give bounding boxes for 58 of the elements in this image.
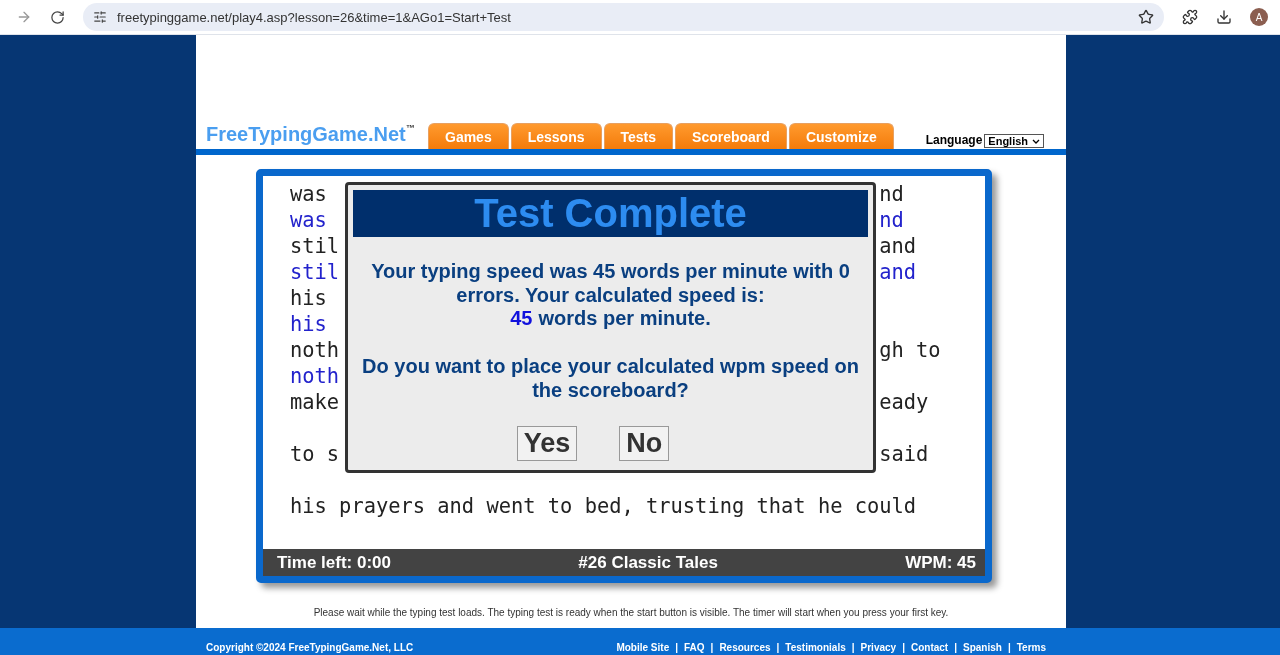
text-fragment: gh to — [879, 338, 941, 364]
calculated-speed: 45 — [510, 307, 533, 330]
link-separator: | — [675, 642, 678, 653]
download-icon[interactable] — [1216, 9, 1232, 25]
lesson-title: #26 Classic Tales — [578, 552, 718, 573]
profile-avatar[interactable]: A — [1250, 8, 1268, 26]
wpm-readout: WPM: 45 — [905, 552, 976, 573]
text-fragment: was — [290, 208, 327, 232]
copyright-text: Copyright ©2024 FreeTypingGame.Net, LLC — [206, 642, 415, 653]
text-fragment: his — [290, 312, 327, 336]
notice-text: Please wait while the typing test loads. The typing test is ready when the start button is visible. The timer will start when you press your first key. — [312, 607, 950, 618]
text-fragment: noth — [290, 364, 340, 388]
text-fragment: stil — [290, 260, 340, 284]
text-fragment: his prayers and went to bed, trusting that he could — [290, 494, 917, 518]
text-fragment: nd — [879, 208, 904, 234]
forward-icon[interactable] — [16, 9, 32, 25]
answer-button[interactable]: No — [619, 426, 670, 461]
text-fragment: and — [879, 260, 917, 286]
footer-link[interactable]: Privacy — [860, 642, 897, 653]
question-text: Do you want to place your calculated wpm speed on the scoreboard? — [361, 354, 860, 402]
text-fragment: said — [879, 442, 929, 468]
text-fragment: make — [290, 390, 340, 414]
site-info-icon[interactable] — [93, 10, 107, 24]
footer-link[interactable]: FAQ — [684, 642, 705, 653]
text-fragment: to s — [290, 442, 340, 466]
speed-unit: words per minute. — [538, 307, 711, 330]
dialog-title: Test Complete — [353, 190, 868, 237]
url-text: freetypinggame.net/play4.asp?lesson=26&time=1&AGo1=Start+Test — [117, 9, 511, 25]
text-fragment: eady — [879, 390, 929, 416]
text-fragment: stil — [290, 234, 340, 258]
language-select[interactable]: English — [984, 134, 1045, 148]
extensions-icon[interactable] — [1182, 9, 1198, 25]
link-separator: | — [954, 642, 957, 653]
text-fragment: nd — [879, 182, 904, 208]
footer-link[interactable]: Contact — [910, 642, 949, 653]
address-bar[interactable]: freetypinggame.net/play4.asp?lesson=26&time=1&AGo1=Start+Test — [83, 3, 1164, 31]
link-separator: | — [1007, 642, 1011, 653]
time-left: Time left: 0:00 — [277, 552, 391, 573]
link-separator: | — [902, 642, 905, 653]
footer-link[interactable]: Terms — [1016, 642, 1046, 653]
footer-link[interactable]: Mobile Site — [616, 642, 670, 653]
footer-link[interactable]: Spanish — [963, 642, 1002, 653]
text-fragment: was — [290, 182, 327, 206]
footer-link[interactable]: Testimonials — [785, 642, 846, 653]
text-fragment: and — [879, 234, 917, 260]
chevron-icon — [1032, 138, 1041, 144]
answer-button[interactable]: Yes — [516, 426, 578, 461]
link-separator: | — [776, 642, 780, 653]
footer-link[interactable]: Resources — [719, 642, 771, 653]
reload-icon[interactable] — [50, 9, 65, 25]
text-fragment: his — [290, 286, 327, 310]
link-separator: | — [851, 642, 855, 653]
bookmark-icon[interactable] — [1138, 9, 1154, 25]
language-label: Language — [925, 133, 983, 147]
link-separator: | — [710, 642, 714, 653]
result-message: Your typing speed was 45 words per minute with 0 errors. Your calculated speed is: — [370, 259, 851, 307]
text-fragment: noth — [290, 338, 340, 362]
site-logo[interactable]: FreeTypingGame.Net$^{™}$ — [206, 123, 428, 146]
